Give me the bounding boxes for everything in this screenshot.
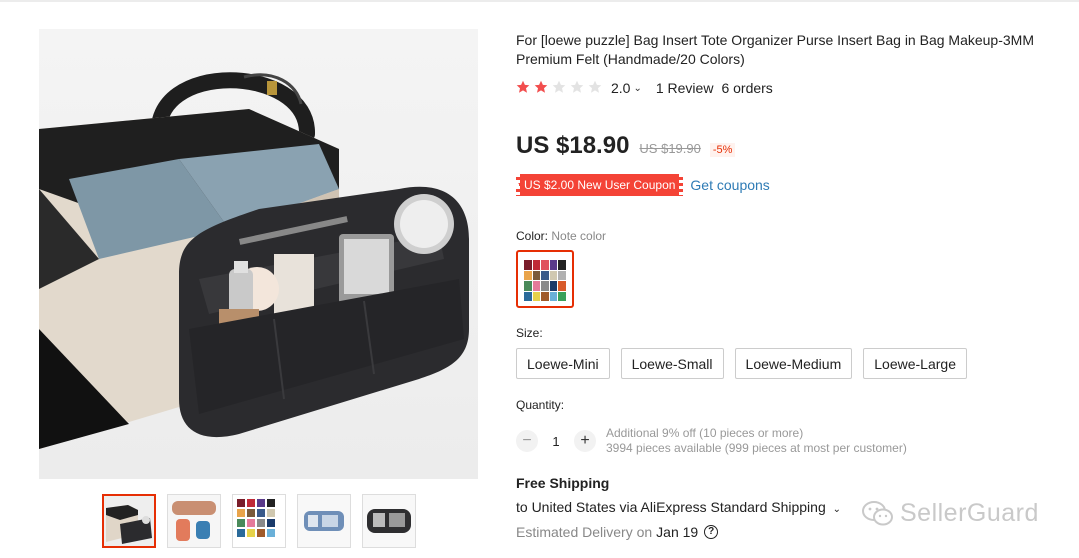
shipping-method[interactable]: to United States via AliExpress Standard…: [516, 499, 841, 515]
color-option-selected[interactable]: [516, 250, 574, 308]
quantity-decrease-button[interactable]: −: [516, 430, 538, 452]
color-label: Color: Note color: [516, 229, 606, 243]
product-title: For [loewe puzzle] Bag Insert Tote Organ…: [516, 32, 1034, 67]
reviews-link[interactable]: 1 Review: [656, 80, 714, 96]
size-options: Loewe-Mini Loewe-Small Loewe-Medium Loew…: [516, 348, 978, 379]
star-icon: [588, 80, 602, 93]
rating-value[interactable]: 2.0: [611, 80, 630, 96]
star-icon: [516, 80, 530, 93]
shipping-method-text: to United States via AliExpress Standard…: [516, 499, 826, 515]
thumbnail-3[interactable]: [232, 494, 286, 548]
color-value: Note color: [551, 229, 607, 243]
size-label: Size:: [516, 326, 543, 340]
discount-badge: -5%: [709, 143, 736, 157]
size-option-loewe-small[interactable]: Loewe-Small: [620, 348, 724, 379]
chevron-down-icon[interactable]: ⌄: [633, 83, 641, 94]
wechat-icon: [862, 500, 893, 525]
main-product-image[interactable]: [39, 29, 478, 479]
thumbnail-4[interactable]: [297, 494, 351, 548]
original-price: US $19.90: [639, 141, 701, 156]
star-icon: [534, 80, 548, 93]
coupon-row: US $2.00 New User Coupon Get coupons: [516, 174, 770, 196]
price-row: US $18.90 US $19.90 -5%: [516, 132, 736, 160]
thumbnail-5[interactable]: [362, 494, 416, 548]
color-chart-image: [521, 255, 569, 303]
quantity-stepper: − 1 + Additional 9% off (10 pieces or mo…: [516, 426, 907, 456]
star-icon: [570, 80, 584, 93]
quantity-label: Quantity:: [516, 398, 565, 412]
quantity-value[interactable]: 1: [538, 434, 574, 449]
color-label-text: Color:: [516, 229, 549, 243]
thumbnail-strip: [102, 494, 416, 548]
top-divider: [0, 0, 1079, 2]
get-coupons-link[interactable]: Get coupons: [690, 177, 769, 193]
product-photo: [39, 72, 469, 449]
stock-availability: 3994 pieces available (999 pieces at mos…: [606, 441, 907, 455]
size-option-loewe-large[interactable]: Loewe-Large: [863, 348, 967, 379]
quantity-info: Additional 9% off (10 pieces or more) 39…: [606, 426, 907, 456]
shipping-title: Free Shipping: [516, 475, 610, 491]
star-icon: [552, 80, 566, 93]
watermark: SellerGuard: [862, 499, 1039, 528]
star-rating: [516, 80, 606, 97]
quantity-increase-button[interactable]: +: [574, 430, 596, 452]
size-option-loewe-mini[interactable]: Loewe-Mini: [516, 348, 610, 379]
delivery-label: Estimated Delivery on: [516, 524, 653, 540]
size-option-loewe-medium[interactable]: Loewe-Medium: [734, 348, 853, 379]
current-price: US $18.90: [516, 132, 630, 159]
rating-row: 2.0 ⌄ 1 Review 6 orders: [516, 79, 773, 97]
delivery-date: Jan 19: [656, 524, 699, 540]
bulk-discount-note: Additional 9% off (10 pieces or more): [606, 426, 804, 440]
new-user-coupon[interactable]: US $2.00 New User Coupon: [516, 174, 684, 196]
chevron-down-icon[interactable]: ⌄: [833, 504, 841, 515]
thumbnail-2[interactable]: [167, 494, 221, 548]
orders-count: 6 orders: [721, 80, 773, 96]
watermark-text: SellerGuard: [900, 499, 1039, 527]
thumbnail-1[interactable]: [102, 494, 156, 548]
help-icon[interactable]: ?: [704, 525, 719, 539]
estimated-delivery: Estimated Delivery on Jan 19 ?: [516, 524, 719, 540]
